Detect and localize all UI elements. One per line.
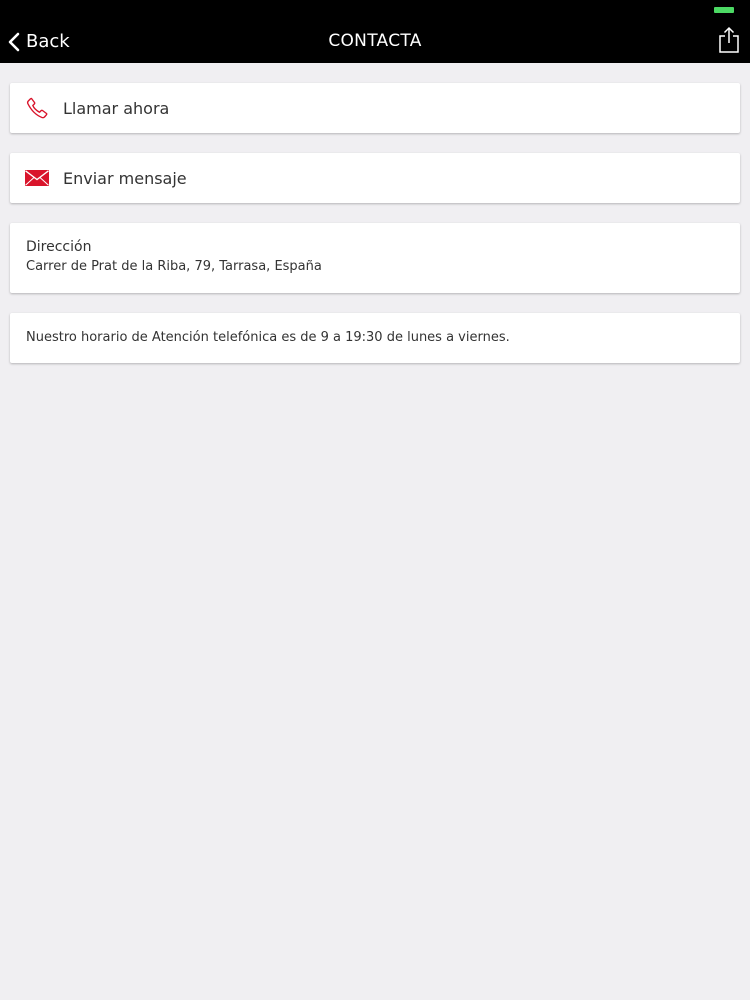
back-button[interactable]: Back [8,20,70,63]
hours-card: Nuestro horario de Atención telefónica e… [10,313,740,363]
battery-icon [714,7,734,13]
address-card: Dirección Carrer de Prat de la Riba, 79,… [10,223,740,293]
back-label: Back [26,31,70,52]
navigation-bar: Back CONTACTA [0,20,750,63]
share-button[interactable] [718,26,740,54]
hours-text: Nuestro horario de Atención telefónica e… [26,330,510,345]
call-now-button[interactable]: Llamar ahora [10,83,740,133]
page-title: CONTACTA [328,31,422,51]
send-message-label: Enviar mensaje [63,168,187,188]
call-now-label: Llamar ahora [63,98,170,118]
status-bar [0,0,750,20]
phone-icon [24,96,50,120]
envelope-icon [24,170,50,186]
send-message-button[interactable]: Enviar mensaje [10,153,740,203]
address-value: Carrer de Prat de la Riba, 79, Tarrasa, … [26,259,322,274]
address-title: Dirección [26,239,92,255]
chevron-left-icon [8,32,20,52]
share-icon [718,26,740,58]
